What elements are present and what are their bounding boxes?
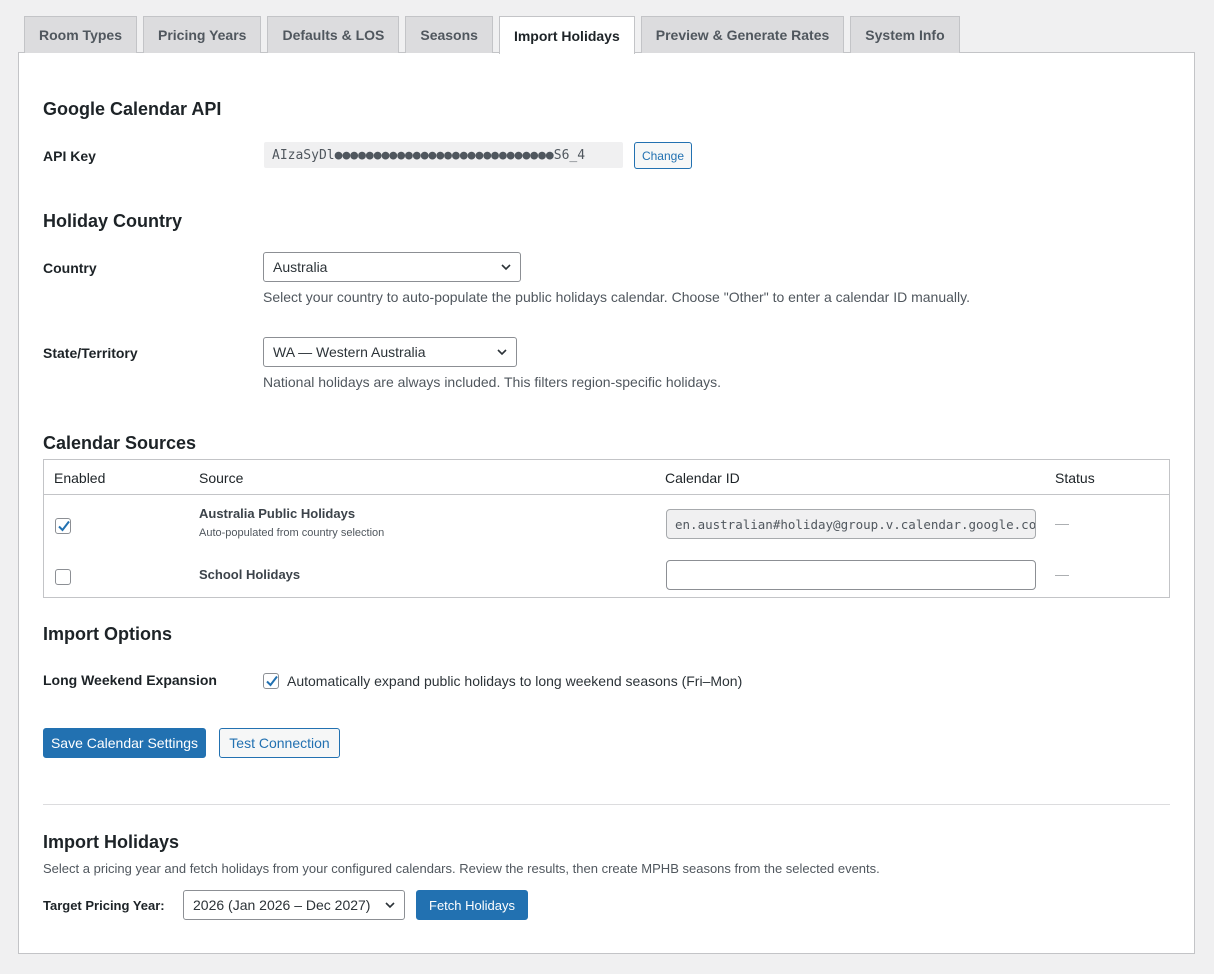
nav-tabs: Room Types Pricing Years Defaults & LOS … xyxy=(24,16,966,54)
country-label: Country xyxy=(43,260,97,276)
source-subtitle-public-holidays: Auto-populated from country selection xyxy=(199,527,385,539)
import-holidays-description: Select a pricing year and fetch holidays… xyxy=(43,861,880,876)
long-weekend-checkbox[interactable] xyxy=(263,673,279,689)
settings-panel: Google Calendar API API Key AIzaSyDl●●●●… xyxy=(18,52,1195,954)
column-header-status: Status xyxy=(1055,470,1095,486)
calendar-sources-table: Enabled Source Calendar ID Status Austra… xyxy=(43,459,1170,598)
target-pricing-year-label: Target Pricing Year: xyxy=(43,898,165,913)
tab-preview-generate-rates[interactable]: Preview & Generate Rates xyxy=(640,16,845,53)
country-description: Select your country to auto-populate the… xyxy=(263,289,970,305)
long-weekend-label: Long Weekend Expansion xyxy=(43,672,217,688)
column-header-source: Source xyxy=(199,470,244,486)
calendar-sources-heading: Calendar Sources xyxy=(43,433,197,453)
country-select[interactable]: Australia xyxy=(263,252,521,282)
import-options-heading: Import Options xyxy=(43,624,172,644)
calendar-id-field-public-holidays[interactable]: en.australian#holiday@group.v.calendar.g… xyxy=(666,509,1036,539)
tab-pricing-years[interactable]: Pricing Years xyxy=(142,16,262,53)
import-holidays-heading: Import Holidays xyxy=(43,832,180,852)
chevron-down-icon xyxy=(497,349,507,356)
source-title-school-holidays: School Holidays xyxy=(199,567,301,582)
state-select[interactable]: WA — Western Australia xyxy=(263,337,517,367)
source-title-public-holidays: Australia Public Holidays xyxy=(199,506,356,521)
api-key-value: AIzaSyDl●●●●●●●●●●●●●●●●●●●●●●●●●●●●S6_4 xyxy=(264,142,623,168)
section-divider xyxy=(43,804,1170,805)
country-select-value: Australia xyxy=(273,259,328,275)
column-header-enabled: Enabled xyxy=(54,470,106,486)
google-calendar-api-heading: Google Calendar API xyxy=(43,99,222,119)
tab-defaults-los[interactable]: Defaults & LOS xyxy=(267,16,400,53)
tab-seasons[interactable]: Seasons xyxy=(405,16,493,53)
chevron-down-icon xyxy=(385,902,395,909)
test-connection-button[interactable]: Test Connection xyxy=(219,728,340,758)
status-public-holidays: — xyxy=(1055,515,1069,531)
api-key-label: API Key xyxy=(43,148,96,164)
chevron-down-icon xyxy=(501,264,511,271)
save-calendar-settings-button[interactable]: Save Calendar Settings xyxy=(43,728,206,758)
target-pricing-year-value: 2026 (Jan 2026 – Dec 2027) xyxy=(193,897,371,913)
state-description: National holidays are always included. T… xyxy=(263,374,722,390)
tab-room-types[interactable]: Room Types xyxy=(24,16,137,53)
calendar-id-field-school-holidays[interactable] xyxy=(666,560,1036,590)
status-school-holidays: — xyxy=(1055,566,1069,582)
state-label: State/Territory xyxy=(43,345,138,361)
target-pricing-year-select[interactable]: 2026 (Jan 2026 – Dec 2027) xyxy=(183,890,405,920)
fetch-holidays-button[interactable]: Fetch Holidays xyxy=(416,890,528,920)
enabled-checkbox-public-holidays[interactable] xyxy=(55,518,71,534)
tab-system-info[interactable]: System Info xyxy=(850,16,960,53)
enabled-checkbox-school-holidays[interactable] xyxy=(55,569,71,585)
long-weekend-text: Automatically expand public holidays to … xyxy=(287,673,743,689)
holiday-country-heading: Holiday Country xyxy=(43,211,183,231)
state-select-value: WA — Western Australia xyxy=(273,344,426,360)
table-header: Enabled Source Calendar ID Status xyxy=(44,460,1169,495)
change-api-key-button[interactable]: Change xyxy=(634,142,692,169)
tab-import-holidays[interactable]: Import Holidays xyxy=(498,16,635,54)
column-header-calendar-id: Calendar ID xyxy=(665,470,740,486)
checkmark-icon xyxy=(266,675,278,687)
checkmark-icon xyxy=(58,520,70,532)
